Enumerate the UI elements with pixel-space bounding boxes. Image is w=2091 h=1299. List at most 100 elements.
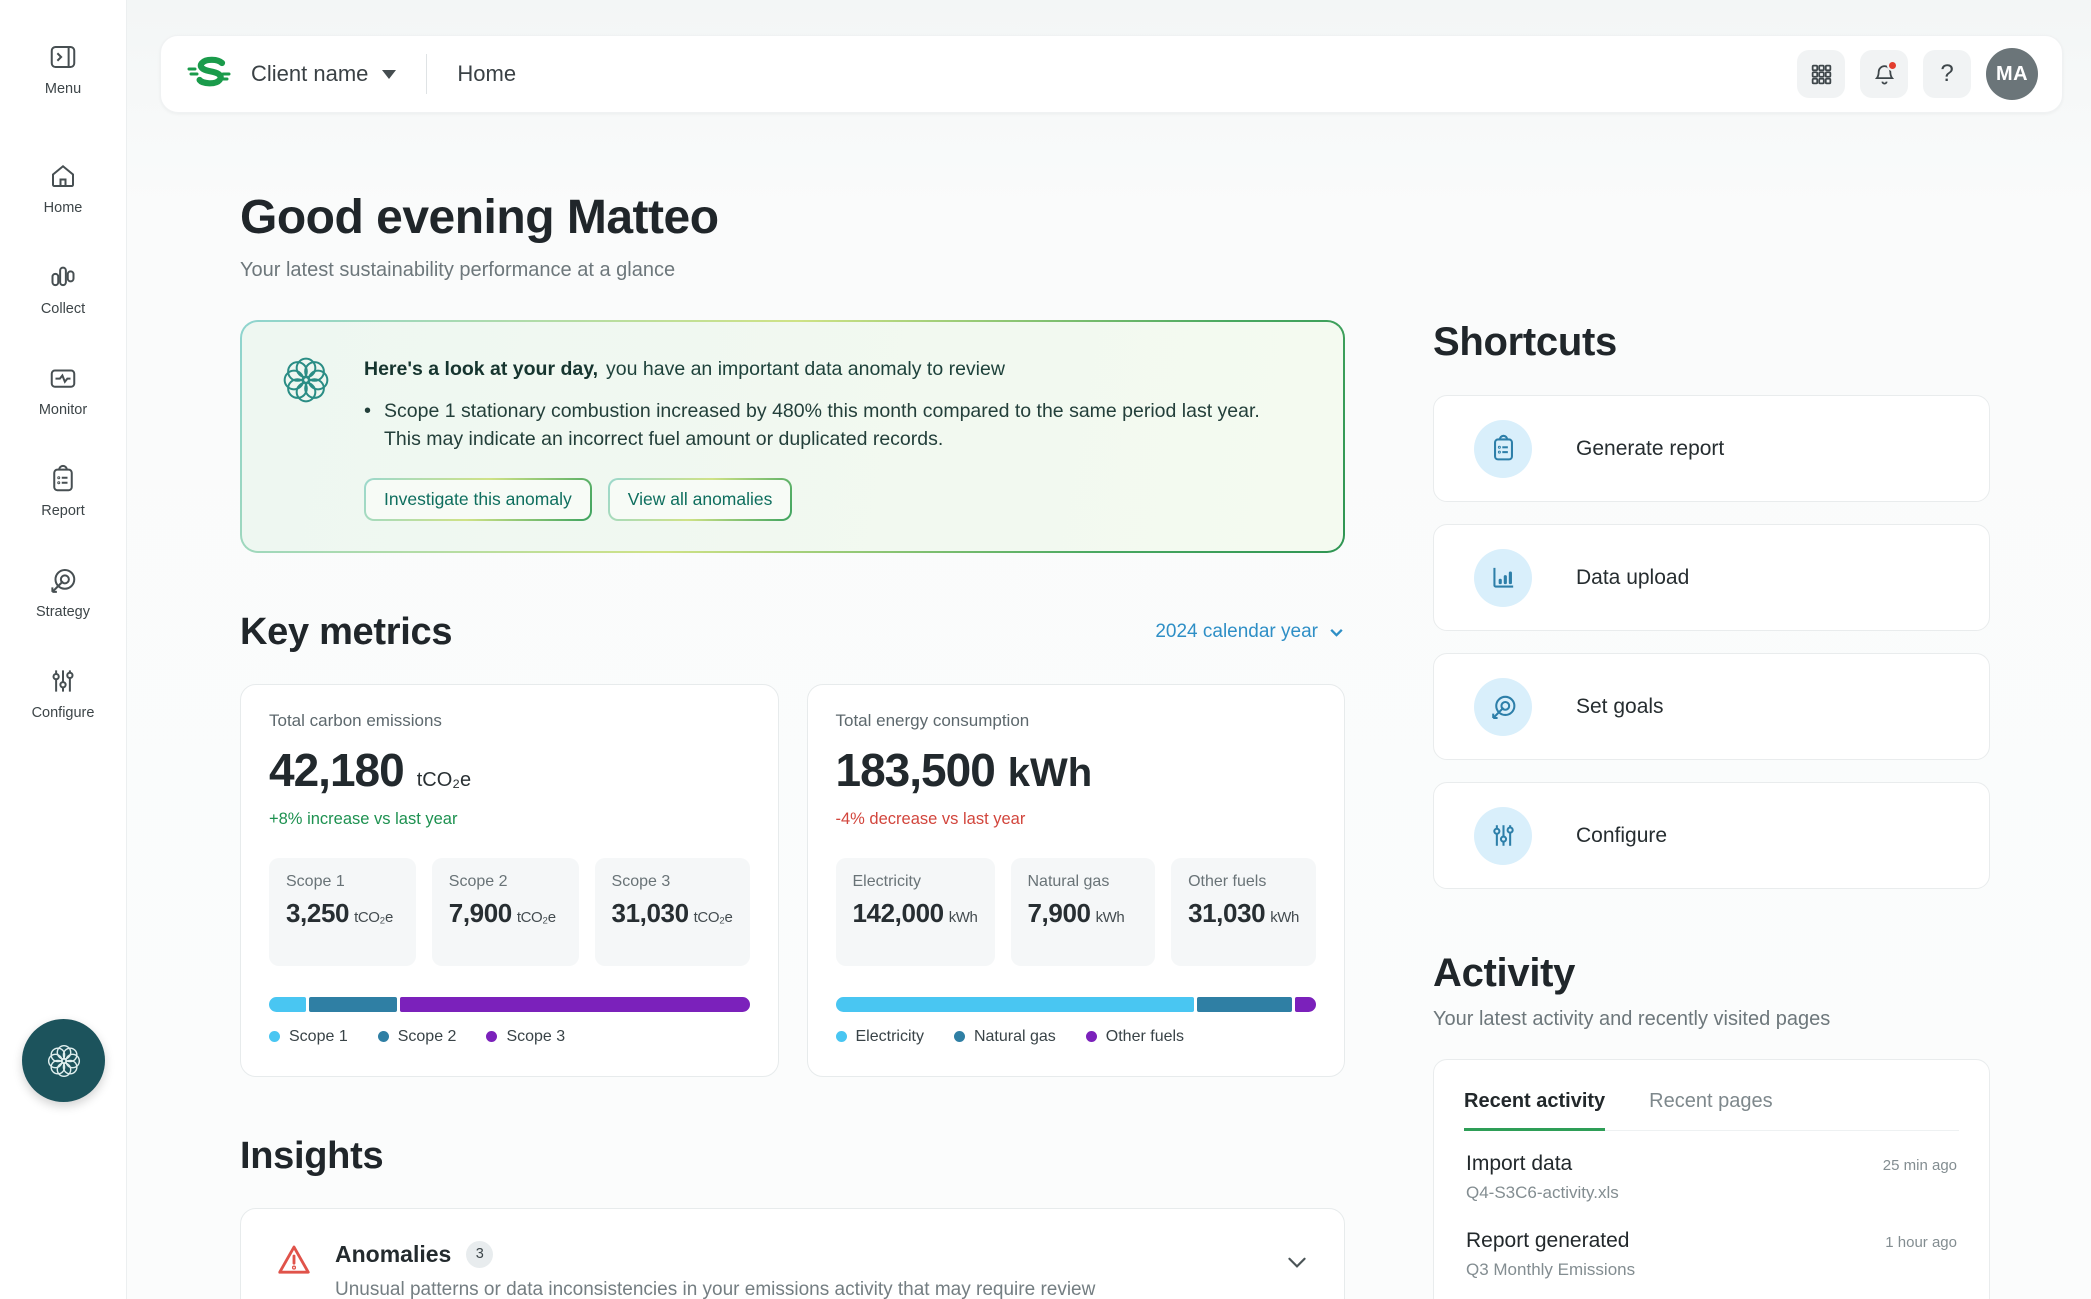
stat-value: 31,030tCO₂e [612, 898, 733, 929]
notifications-button[interactable] [1860, 50, 1908, 98]
legend-label: Electricity [856, 1028, 924, 1046]
shortcut-generate-report[interactable]: Generate report [1433, 395, 1990, 502]
insights-header: Insights [240, 1135, 1345, 1178]
app-root: Menu Home Collect Monitor [0, 0, 2091, 1299]
stat-label: Natural gas [1028, 873, 1139, 891]
investigate-anomaly-button[interactable]: Investigate this anomaly [366, 480, 590, 519]
stat-scope-2: Scope 2 7,900tCO₂e [432, 858, 579, 966]
activity-row-subtitle: Q3 Monthly Emissions [1466, 1260, 1635, 1280]
activity-tabs: Recent activity Recent pages [1464, 1090, 1959, 1131]
stat-value: 31,030kWh [1188, 898, 1299, 929]
metric-label: Total energy consumption [836, 711, 1317, 731]
activity-row-import-data[interactable]: Import data Q4-S3C6-activity.xls 25 min … [1464, 1131, 1959, 1208]
stat-value: 7,900kWh [1028, 898, 1139, 929]
sidebar-item-label: Monitor [39, 402, 87, 418]
sidebar-item-report[interactable]: Report [41, 464, 85, 519]
sliders-icon [1474, 807, 1532, 865]
shortcut-label: Configure [1576, 824, 1667, 848]
sidebar-item-label: Configure [32, 705, 95, 721]
activity-title: Activity [1433, 951, 1990, 996]
energy-legend: Electricity Natural gas Other fuels [836, 1028, 1317, 1046]
brand-logo[interactable] [187, 54, 233, 94]
user-avatar[interactable]: MA [1986, 48, 2038, 100]
period-selector[interactable]: 2024 calendar year [1155, 621, 1345, 643]
view-all-anomalies-button[interactable]: View all anomalies [610, 480, 791, 519]
emissions-stacked-bar [269, 997, 750, 1012]
metric-unit: kWh [1008, 751, 1092, 796]
period-selector-value: 2024 calendar year [1155, 621, 1318, 643]
sidebar-item-label: Report [41, 503, 85, 519]
stat-value: 3,250tCO₂e [286, 898, 399, 929]
stat-label: Electricity [853, 873, 978, 891]
metric-value: 183,500 [836, 743, 995, 797]
sidebar-menu-toggle[interactable]: Menu [45, 42, 81, 97]
help-button[interactable]: ? [1923, 50, 1971, 98]
activity-row-energy-target[interactable]: Energy target achieved Q4-S3C6-activity.… [1464, 1285, 1959, 1299]
breadcrumb[interactable]: Home [457, 61, 516, 87]
bar-chart-icon [48, 262, 78, 292]
stat-scope-3: Scope 3 31,030tCO₂e [595, 858, 750, 966]
stat-value: 142,000kWh [853, 898, 978, 929]
stat-label: Other fuels [1188, 873, 1299, 891]
main-area: Client name Home [127, 0, 2091, 1299]
expand-chevron-icon[interactable] [1284, 1241, 1310, 1280]
legend-dot-scope-1 [269, 1031, 280, 1042]
notification-dot [1887, 60, 1898, 71]
chevron-down-icon [1328, 624, 1345, 641]
caret-down-icon [382, 70, 396, 79]
tab-recent-activity[interactable]: Recent activity [1464, 1090, 1605, 1131]
sidebar-item-home[interactable]: Home [44, 161, 83, 216]
sidebar-item-strategy[interactable]: Strategy [36, 565, 90, 620]
anomaly-description: Scope 1 stationary combustion increased … [384, 397, 1269, 454]
warning-triangle-icon [275, 1241, 313, 1284]
shortcut-set-goals[interactable]: Set goals [1433, 653, 1990, 760]
sidebar-menu-label: Menu [45, 81, 81, 97]
activity-row-title: Import data [1466, 1152, 1619, 1176]
stat-natural-gas: Natural gas 7,900kWh [1011, 858, 1156, 966]
tab-recent-pages[interactable]: Recent pages [1649, 1090, 1772, 1130]
sidebar-item-monitor[interactable]: Monitor [39, 363, 87, 418]
metric-label: Total carbon emissions [269, 711, 750, 731]
clipboard-icon [1474, 420, 1532, 478]
activity-row-time: 25 min ago [1883, 1152, 1957, 1203]
legend-label: Scope 2 [398, 1028, 457, 1046]
legend-label: Other fuels [1106, 1028, 1184, 1046]
sidebar-item-collect[interactable]: Collect [41, 262, 85, 317]
activity-subtitle: Your latest activity and recently visite… [1433, 1008, 1990, 1031]
stat-label: Scope 2 [449, 873, 562, 891]
target-icon [48, 565, 78, 595]
rosette-flower-icon [274, 348, 338, 412]
bar-segment-scope-1 [269, 997, 306, 1012]
sidebar-item-configure[interactable]: Configure [32, 666, 95, 721]
legend-dot-scope-3 [486, 1031, 497, 1042]
apps-grid-icon [1809, 62, 1834, 87]
clipboard-icon [48, 464, 78, 494]
key-metrics-header: Key metrics 2024 calendar year [240, 611, 1345, 654]
shortcut-configure[interactable]: Configure [1433, 782, 1990, 889]
metric-delta: +8% increase vs last year [269, 810, 750, 829]
anomalies-title: Anomalies [335, 1241, 451, 1268]
shortcut-data-upload[interactable]: Data upload [1433, 524, 1990, 631]
energy-stacked-bar [836, 997, 1317, 1012]
anomalies-body: Anomalies 3 Unusual patterns or data inc… [335, 1241, 1262, 1299]
client-switcher[interactable]: Client name [251, 61, 396, 87]
apps-grid-button[interactable] [1797, 50, 1845, 98]
rosette-flower-icon [41, 1038, 87, 1084]
activity-row-report-generated[interactable]: Report generated Q3 Monthly Emissions 1 … [1464, 1208, 1959, 1285]
sliders-icon [48, 666, 78, 696]
metric-value: 42,180 [269, 743, 404, 797]
stat-label: Scope 3 [612, 873, 733, 891]
daily-brief-title-bold: Here's a look at your day, [364, 358, 598, 380]
bar-segment-other-fuels [1295, 997, 1316, 1012]
energy-breakdown: Electricity 142,000kWh Natural gas 7,900… [836, 858, 1317, 966]
sidebar-item-label: Strategy [36, 604, 90, 620]
page-subtitle: Your latest sustainability performance a… [240, 259, 1345, 282]
bar-segment-scope-3 [400, 997, 749, 1012]
sidebar-item-label: Collect [41, 301, 85, 317]
activity-row-subtitle: Q4-S3C6-activity.xls [1466, 1183, 1619, 1203]
ai-assistant-button[interactable] [22, 1019, 105, 1102]
anomalies-expandable-card[interactable]: Anomalies 3 Unusual patterns or data inc… [240, 1208, 1345, 1299]
shortcuts-title: Shortcuts [1433, 320, 1990, 365]
insights-title: Insights [240, 1135, 383, 1178]
anomalies-count-badge: 3 [466, 1241, 493, 1268]
